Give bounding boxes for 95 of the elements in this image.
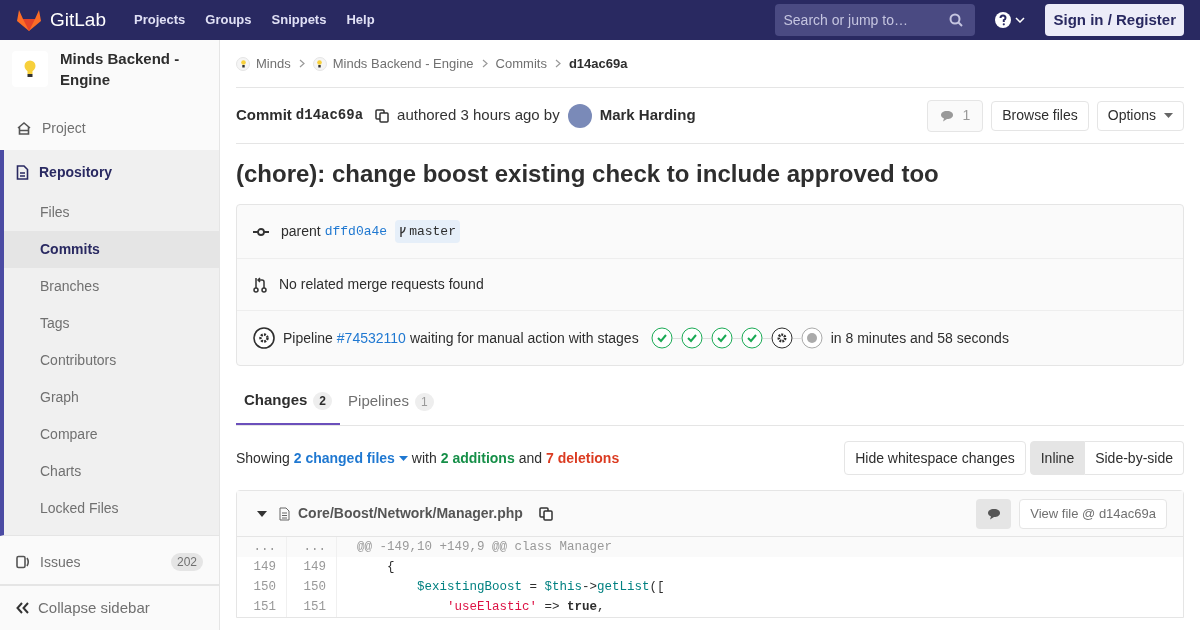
- tab[interactable]: Changes 2: [236, 378, 341, 425]
- comment-toggle-button[interactable]: [976, 498, 1012, 529]
- code-line: {: [386, 558, 395, 576]
- sidebar-item[interactable]: Issues 202: [0, 540, 219, 584]
- browse-files-button[interactable]: Browse files: [991, 100, 1089, 131]
- code-line: $existingBoost = $this->getList([: [416, 578, 665, 596]
- sidebar-subitem[interactable]: Files: [4, 194, 219, 231]
- file-icon: [279, 506, 290, 521]
- showing-text: Showing: [236, 448, 290, 468]
- speech-bubble-icon: [940, 109, 955, 122]
- commit-title: (chore): change boost existing check to include approved too: [236, 159, 940, 189]
- pipeline-duration: in 8 minutes and 58 seconds: [830, 328, 1009, 348]
- pipeline-label: Pipeline: [283, 328, 333, 348]
- sidebar-subitem[interactable]: Commits: [4, 231, 219, 268]
- count-badge: 1: [414, 392, 434, 411]
- merge-request-icon: [253, 276, 267, 293]
- success-stage-icon[interactable]: [650, 327, 673, 349]
- nav-link[interactable]: Projects: [134, 10, 186, 30]
- changed-files-dropdown[interactable]: 2 changed files: [293, 447, 408, 469]
- success-stage-icon[interactable]: [710, 327, 733, 349]
- issues-icon: [16, 555, 30, 569]
- sidebar-subitem[interactable]: Compare: [4, 416, 219, 453]
- hunk-header: @@ -149,10 +149,9 @@ class Manager: [356, 538, 613, 556]
- gear-stage-icon[interactable]: [770, 327, 793, 349]
- branch-icon: [399, 225, 408, 238]
- copy-icon[interactable]: [375, 108, 390, 123]
- breadcrumb-link[interactable]: d14ac69a: [568, 53, 628, 74]
- sidebar-subitem[interactable]: Branches: [4, 268, 219, 305]
- double-chevron-left-icon: [16, 602, 30, 614]
- view-file-button[interactable]: View file @ d14ac69a: [1019, 498, 1167, 529]
- commit-sha: d14ac69a: [295, 106, 364, 125]
- author-link[interactable]: Mark Harding: [599, 104, 696, 127]
- tab[interactable]: Pipelines 1: [340, 378, 442, 425]
- nav-link[interactable]: Snippets: [271, 10, 327, 30]
- speech-bubble-icon: [986, 507, 1001, 520]
- view-mode-button[interactable]: Inline: [1029, 441, 1086, 475]
- line-number: 151: [287, 597, 337, 617]
- project-name[interactable]: Minds Backend - Engine: [60, 48, 190, 90]
- chevron-icon: [554, 59, 561, 68]
- options-dropdown[interactable]: Options: [1096, 100, 1184, 131]
- document-icon: [16, 164, 29, 180]
- caret-icon: [1164, 113, 1173, 118]
- sidebar-subitem[interactable]: Locked Files: [4, 490, 219, 527]
- collapse-sidebar-button[interactable]: Collapse sidebar: [16, 596, 150, 620]
- sidebar-subitem[interactable]: Tags: [4, 305, 219, 342]
- with-text: with: [411, 448, 437, 468]
- comments-button[interactable]: 1: [927, 99, 984, 132]
- caret-icon: [398, 455, 408, 461]
- sidebar-item[interactable]: Repository: [4, 150, 219, 194]
- help-dropdown[interactable]: [995, 12, 1026, 28]
- author-avatar: [567, 103, 592, 128]
- and-text: and: [518, 448, 543, 468]
- success-stage-icon[interactable]: [740, 327, 763, 349]
- file-path[interactable]: Core/Boost/Network/Manager.php: [298, 503, 523, 524]
- search-icon: [949, 13, 964, 27]
- success-stage-icon[interactable]: [680, 327, 703, 349]
- branch-badge[interactable]: master: [395, 219, 460, 244]
- search-field[interactable]: Search or jump to…: [775, 4, 976, 36]
- pipeline-status-text: waiting for manual action with stages: [409, 328, 639, 348]
- count-badge: 202: [170, 553, 203, 571]
- hide-whitespace-button[interactable]: Hide whitespace changes: [844, 441, 1026, 475]
- chevron-icon: [298, 59, 305, 68]
- count-badge: 2: [313, 391, 333, 410]
- line-number: 151: [237, 597, 287, 617]
- authored-text: authored 3 hours ago by: [397, 105, 560, 126]
- nav-link[interactable]: Help: [346, 10, 375, 30]
- additions-count: 2 additions: [440, 448, 515, 468]
- sign-in-button[interactable]: Sign in / Register: [1045, 4, 1184, 36]
- commit-label: Commit: [236, 105, 292, 126]
- sidebar-subitem[interactable]: Charts: [4, 453, 219, 490]
- breadcrumb-link[interactable]: Minds: [236, 53, 291, 74]
- breadcrumb-link[interactable]: Commits: [495, 53, 547, 74]
- breadcrumb-link[interactable]: Minds Backend - Engine: [312, 53, 474, 74]
- lightbulb-icon: [24, 60, 36, 78]
- merge-requests-text: No related merge requests found: [279, 275, 484, 294]
- commit-icon: [253, 227, 269, 236]
- parent-commit-link[interactable]: dffd0a4e: [324, 221, 388, 242]
- pipeline-link[interactable]: #74532110: [336, 327, 406, 349]
- code-line: 'useElastic' => true,: [446, 598, 605, 616]
- deletions-count: 7 deletions: [546, 448, 620, 468]
- fox-logo-icon[interactable]: [16, 8, 42, 32]
- nav-link[interactable]: Groups: [205, 10, 252, 30]
- pipeline-status-icon: [253, 327, 275, 349]
- sidebar-subitem[interactable]: Graph: [4, 379, 219, 416]
- help-icon: [995, 12, 1012, 28]
- sidebar-item[interactable]: Project: [0, 106, 219, 150]
- gitlab-logo-text[interactable]: GitLab: [50, 5, 106, 35]
- sidebar-subitem[interactable]: Contributors: [4, 342, 219, 379]
- house-icon: [16, 121, 32, 135]
- chevron-down-icon: [1015, 17, 1026, 23]
- view-mode-button[interactable]: Side-by-side: [1085, 441, 1184, 475]
- copy-icon[interactable]: [538, 506, 553, 521]
- parent-label: parent: [281, 222, 321, 241]
- caret-down-icon[interactable]: [257, 510, 267, 517]
- chevron-icon: [481, 59, 488, 68]
